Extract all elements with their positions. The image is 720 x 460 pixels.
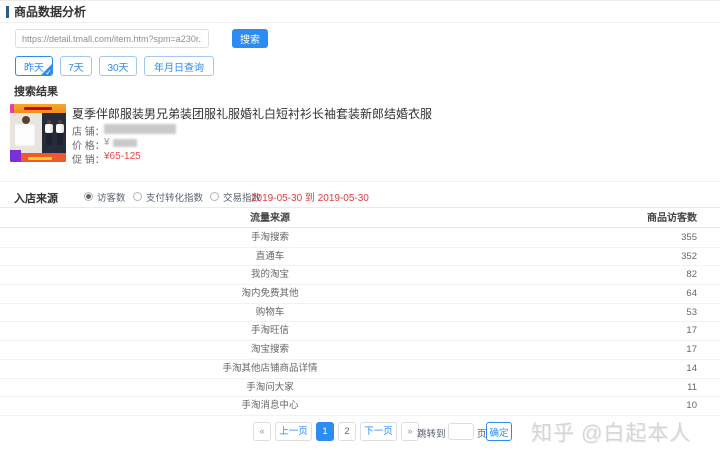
column-product-visitors: 商品访客数 <box>647 208 697 229</box>
radio-conversion-index[interactable] <box>133 192 142 201</box>
page-title: 商品数据分析 <box>14 1 86 23</box>
product-image-banner-text <box>24 107 52 110</box>
check-icon: ✓ <box>45 68 52 76</box>
person-figure <box>57 133 63 145</box>
first-page-button[interactable]: « <box>253 422 271 441</box>
zhihu-logo-text: 知乎 <box>531 422 575 445</box>
date-range-text: 2019-05-30 到 2019-05-30 <box>251 189 369 204</box>
title-accent-bar <box>6 6 9 18</box>
search-button[interactable]: 搜索 <box>232 29 268 48</box>
visitors-cell: 352 <box>681 248 697 267</box>
table-row: 购物车 53 <box>0 304 720 323</box>
prev-page-button[interactable]: 上一页 <box>275 422 312 441</box>
product-image-badge <box>10 150 21 162</box>
traffic-source-cell: 淘内免费其他 <box>0 285 540 304</box>
product-analysis-page: 商品数据分析 搜索 昨天 ✓ 7天 30天 年月日查询 搜索结果 夏季伴郎服装男… <box>0 0 720 460</box>
next-page-button[interactable]: 下一页 <box>360 422 397 441</box>
shop-label: 店 铺： <box>72 123 105 138</box>
url-input[interactable] <box>15 29 209 48</box>
radio-conversion-index-label[interactable]: 支付转化指数 <box>146 190 203 204</box>
visitors-cell: 11 <box>687 379 697 398</box>
confirm-button[interactable]: 确定 <box>486 422 512 441</box>
traffic-table: 手淘搜索 355 直通车 352 我的淘宝 82 淘内免费其他 64 购物车 5… <box>0 229 720 416</box>
product-image-bottom-text <box>28 157 52 160</box>
table-row: 手淘问大家 11 <box>0 379 720 398</box>
visitors-cell: 14 <box>686 360 697 379</box>
shop-name-censored <box>104 124 176 134</box>
traffic-source-cell: 手淘旺信 <box>0 322 540 341</box>
search-results-label: 搜索结果 <box>14 83 58 99</box>
traffic-source-cell: 手淘消息中心 <box>0 397 540 416</box>
person-figure <box>46 133 52 145</box>
visitors-cell: 17 <box>686 341 697 360</box>
table-row: 我的淘宝 82 <box>0 266 720 285</box>
jump-page-input[interactable] <box>448 423 474 440</box>
visitors-cell: 64 <box>686 285 697 304</box>
price-label: 价 格： <box>72 137 105 152</box>
traffic-source-cell: 手淘其他店铺商品详情 <box>0 360 540 379</box>
watermark-handle: @白起本人 <box>581 422 691 445</box>
person-figure <box>22 116 30 124</box>
radio-visitors-label[interactable]: 访客数 <box>97 190 126 204</box>
filter-yesterday-button[interactable]: 昨天 ✓ <box>15 56 53 76</box>
traffic-source-cell: 我的淘宝 <box>0 266 540 285</box>
zhihu-watermark: 知乎 @白起本人 <box>531 417 691 447</box>
traffic-source-cell: 手淘搜索 <box>0 229 540 248</box>
table-row: 手淘旺信 17 <box>0 322 720 341</box>
visitors-cell: 53 <box>686 304 697 323</box>
page-2-button[interactable]: 2 <box>338 422 356 441</box>
product-image-corner <box>10 104 14 113</box>
promo-label: 促 销： <box>72 151 105 166</box>
price-value-censored <box>113 139 137 147</box>
table-header: 流量来源 商品访客数 <box>0 207 720 228</box>
promo-value: ¥65-125 <box>104 151 141 162</box>
person-figure <box>45 124 53 133</box>
table-row: 手淘其他店铺商品详情 14 <box>0 360 720 379</box>
radio-visitors[interactable] <box>84 192 93 201</box>
filter-custom-date-button[interactable]: 年月日查询 <box>144 56 214 76</box>
traffic-source-cell: 淘宝搜索 <box>0 341 540 360</box>
product-image[interactable] <box>10 104 66 162</box>
table-row: 直通车 352 <box>0 248 720 267</box>
jump-to-label: 跳转到 <box>417 426 446 440</box>
person-figure <box>56 124 64 133</box>
visitors-cell: 10 <box>686 397 697 416</box>
traffic-source-cell: 购物车 <box>0 304 540 323</box>
entry-source-label: 入店来源 <box>14 190 58 206</box>
product-title[interactable]: 夏季伴郎服装男兄弟装团服礼服婚礼白短衬衫长袖套装新郎结婚衣服 <box>72 105 632 122</box>
visitors-cell: 82 <box>686 266 697 285</box>
radio-transaction-index[interactable] <box>210 192 219 201</box>
price-currency: ¥ <box>104 137 110 148</box>
page-1-button[interactable]: 1 <box>316 422 334 441</box>
visitors-cell: 17 <box>686 322 697 341</box>
person-figure <box>15 124 37 146</box>
title-bar: 商品数据分析 <box>0 1 720 23</box>
traffic-source-cell: 手淘问大家 <box>0 379 540 398</box>
column-traffic-source: 流量来源 <box>0 208 540 229</box>
table-row: 手淘消息中心 10 <box>0 397 720 416</box>
traffic-source-cell: 直通车 <box>0 248 540 267</box>
filter-7days-button[interactable]: 7天 <box>60 56 92 76</box>
table-row: 淘宝搜索 17 <box>0 341 720 360</box>
table-row: 手淘搜索 355 <box>0 229 720 248</box>
visitors-cell: 355 <box>681 229 697 248</box>
filter-30days-button[interactable]: 30天 <box>99 56 137 76</box>
section-divider <box>0 181 720 182</box>
table-row: 淘内免费其他 64 <box>0 285 720 304</box>
